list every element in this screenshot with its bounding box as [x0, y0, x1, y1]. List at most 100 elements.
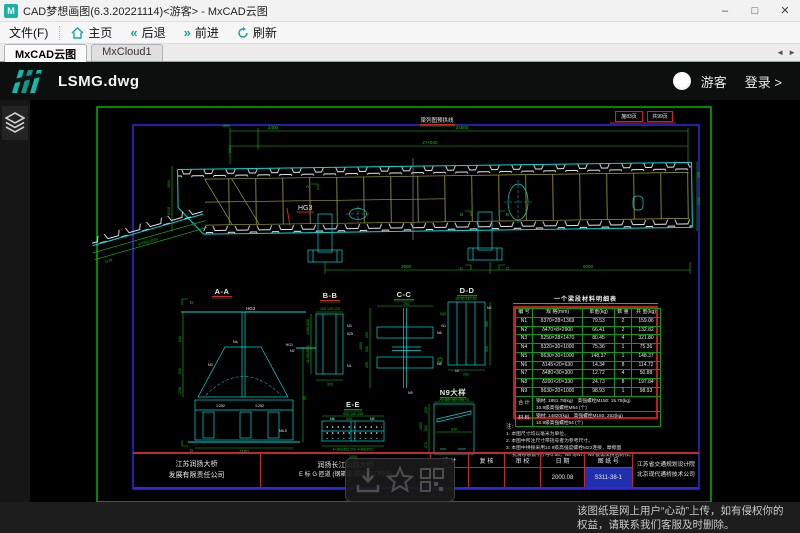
tab-scroll-left[interactable]: ◄	[776, 48, 784, 57]
svg-text:1128: 1128	[104, 258, 113, 264]
svg-text:N3: N3	[347, 324, 352, 328]
forward-button[interactable]: » 前进	[175, 22, 228, 44]
table-row: N5δ630×30×1000148.371148.37	[516, 352, 661, 361]
login-link[interactable]: 登录 >	[745, 72, 782, 91]
table-row: N6δ145×20×63014.348114.72	[516, 361, 661, 370]
svg-text:430 140 430: 430 140 430	[343, 412, 363, 416]
table-row: N7δ480×30×30012.72450.88	[516, 370, 661, 379]
svg-text:N5: N5	[408, 391, 413, 395]
maximize-button[interactable]: □	[740, 0, 770, 22]
svg-text:1000: 1000	[359, 342, 363, 350]
svg-text:4×80(320): 4×80(320)	[306, 319, 310, 335]
svg-text:N6-5: N6-5	[279, 429, 287, 433]
svg-text:640: 640	[178, 336, 182, 342]
footer-strip: 该图纸是网上用户“心动”上传，如有侵权你的 权益，请联系我们客服及时删除。	[0, 502, 800, 533]
svg-text:N4: N4	[233, 340, 238, 344]
section-aa: A-A D HG3 N3 N4 N2	[178, 287, 307, 454]
svg-text:500: 500	[424, 425, 428, 431]
mxcad-logo	[8, 65, 48, 97]
note-item: 2. 本图中所注尺寸带括号者为参考尺寸。	[506, 439, 691, 446]
tab-mxcloud1[interactable]: MxCloud1	[91, 44, 163, 61]
svg-text:1:252: 1:252	[255, 404, 264, 408]
svg-text:δ25: δ25	[346, 417, 352, 421]
svg-text:1000: 1000	[419, 422, 423, 430]
girder-elevation	[178, 162, 693, 234]
table-footer-row: 合 计钢材: 1851.78(kg) 高强螺栓M150: 15.78(kg)10…	[516, 396, 661, 411]
svg-text:55 90 140 55: 55 90 140 55	[456, 297, 477, 301]
titleblock-date: 2000.08	[541, 468, 585, 487]
svg-text:N6: N6	[330, 417, 335, 421]
svg-text:11×80(880): 11×80(880)	[306, 345, 310, 363]
materials-table: 编 号规 格(mm)单重(kg)数 量共 重(kg)N1δ370×28×1369…	[513, 306, 658, 419]
svg-text:N9大样: N9大样	[440, 387, 467, 397]
svg-text:HG1: HG1	[286, 343, 293, 347]
svg-text:B: B	[460, 212, 463, 217]
titleblock-owner: 江苏润扬大桥 发展有限责任公司	[133, 454, 261, 487]
svg-text:300: 300	[697, 172, 701, 178]
web-stiffeners	[205, 172, 690, 225]
tab-bar: MxCAD云图 MxCloud1 ◄ ►	[0, 44, 800, 62]
home-button[interactable]: 主页	[62, 22, 121, 44]
svg-text:N6: N6	[437, 331, 442, 335]
svg-text:980: 980	[485, 321, 489, 327]
close-button[interactable]: ✕	[770, 0, 800, 22]
qrcode-button[interactable]	[419, 467, 445, 493]
titleblock-sheet-no: S311-38-1	[585, 468, 632, 487]
forward-label: 前进	[195, 24, 219, 41]
tab-mxcad-cloud[interactable]: MxCAD云图	[4, 44, 87, 62]
sheet-ref-2: 共99页	[647, 111, 673, 122]
tab-scroll-right[interactable]: ►	[788, 48, 796, 57]
overlay-toolbar	[345, 458, 455, 502]
titleblock-designer: 江苏省交通规划设计院 北京现代通桥技术公司	[633, 454, 699, 487]
materials-table-title: 一个梁段材料明细表	[513, 294, 658, 304]
download-button[interactable]	[355, 466, 381, 494]
svg-text:1:252: 1:252	[216, 404, 225, 408]
back-label: 后退	[142, 24, 166, 41]
refresh-button[interactable]: 刷新	[228, 22, 286, 44]
svg-text:E-E: E-E	[346, 400, 360, 409]
table-row: N1δ370×28×136979.532159.06	[516, 317, 661, 326]
table-row: N3δ250×28×147080.454321.80	[516, 335, 661, 344]
canvas-area: 梁列图预拱线 1695 2400 34500 27×940 1024	[0, 100, 800, 533]
section-cc: C-C 700 295 530 295 1000 N6 N8 N5	[359, 290, 442, 395]
app-icon: M	[4, 4, 18, 18]
svg-text:4×88(352) 202 4×88(352): 4×88(352) 202 4×88(352)	[333, 448, 374, 452]
svg-text:B-B: B-B	[323, 291, 338, 300]
titleblock-grid: 设 计 复 核 审 校 日 期 图 纸 号 2000.08 S311-38-1	[431, 454, 633, 487]
title-bar: M CAD梦想画图(6.3.20221114)<游客> - MxCAD云图 – …	[0, 0, 800, 22]
svg-text:630: 630	[451, 428, 457, 432]
file-menu[interactable]: 文件(F)	[0, 22, 57, 44]
svg-text:N3: N3	[208, 363, 213, 367]
refresh-icon	[237, 27, 249, 39]
svg-text:2400: 2400	[268, 125, 279, 130]
mxcad-window: M CAD梦想画图(6.3.20221114)<游客> - MxCAD云图 – …	[0, 0, 800, 533]
svg-text:270: 270	[424, 442, 428, 448]
copyright-notice: 该图纸是网上用户“心动”上传，如有侵权你的 权益，请联系我们客服及时删除。	[577, 505, 795, 532]
minimize-button[interactable]: –	[710, 0, 740, 22]
svg-text:6418: 6418	[167, 207, 171, 215]
svg-text:1504: 1504	[167, 180, 171, 188]
svg-text:C-C: C-C	[397, 290, 412, 299]
user-name: 游客	[701, 72, 727, 91]
drawing-filename: LSMG.dwg	[58, 73, 140, 90]
svg-text:B: B	[506, 212, 509, 217]
svg-text:N1: N1	[441, 324, 446, 328]
svg-text:D: D	[190, 300, 194, 305]
section-bb: B-B 125 120 125 HG1 4×80(320) 11×80(880)…	[286, 291, 353, 387]
svg-text:530: 530	[178, 368, 182, 374]
svg-text:A-A: A-A	[215, 287, 230, 296]
table-row: N2δ470×8×290066.412132.82	[516, 326, 661, 335]
favorite-button[interactable]	[386, 466, 414, 494]
svg-text:N7: N7	[455, 369, 460, 373]
svg-text:200: 200	[424, 407, 428, 413]
svg-text:HG3: HG3	[246, 306, 256, 311]
user-avatar[interactable]	[673, 72, 691, 90]
svg-text:3600: 3600	[401, 264, 412, 269]
back-button[interactable]: « 后退	[121, 22, 174, 44]
home-label: 主页	[88, 24, 112, 41]
svg-text:HG3: HG3	[298, 205, 313, 212]
window-title: CAD梦想画图(6.3.20221114)<游客> - MxCAD云图	[23, 3, 268, 19]
svg-text:6000: 6000	[583, 264, 594, 269]
svg-text:27×940: 27×940	[422, 140, 438, 145]
svg-text:1361: 1361	[697, 197, 701, 205]
